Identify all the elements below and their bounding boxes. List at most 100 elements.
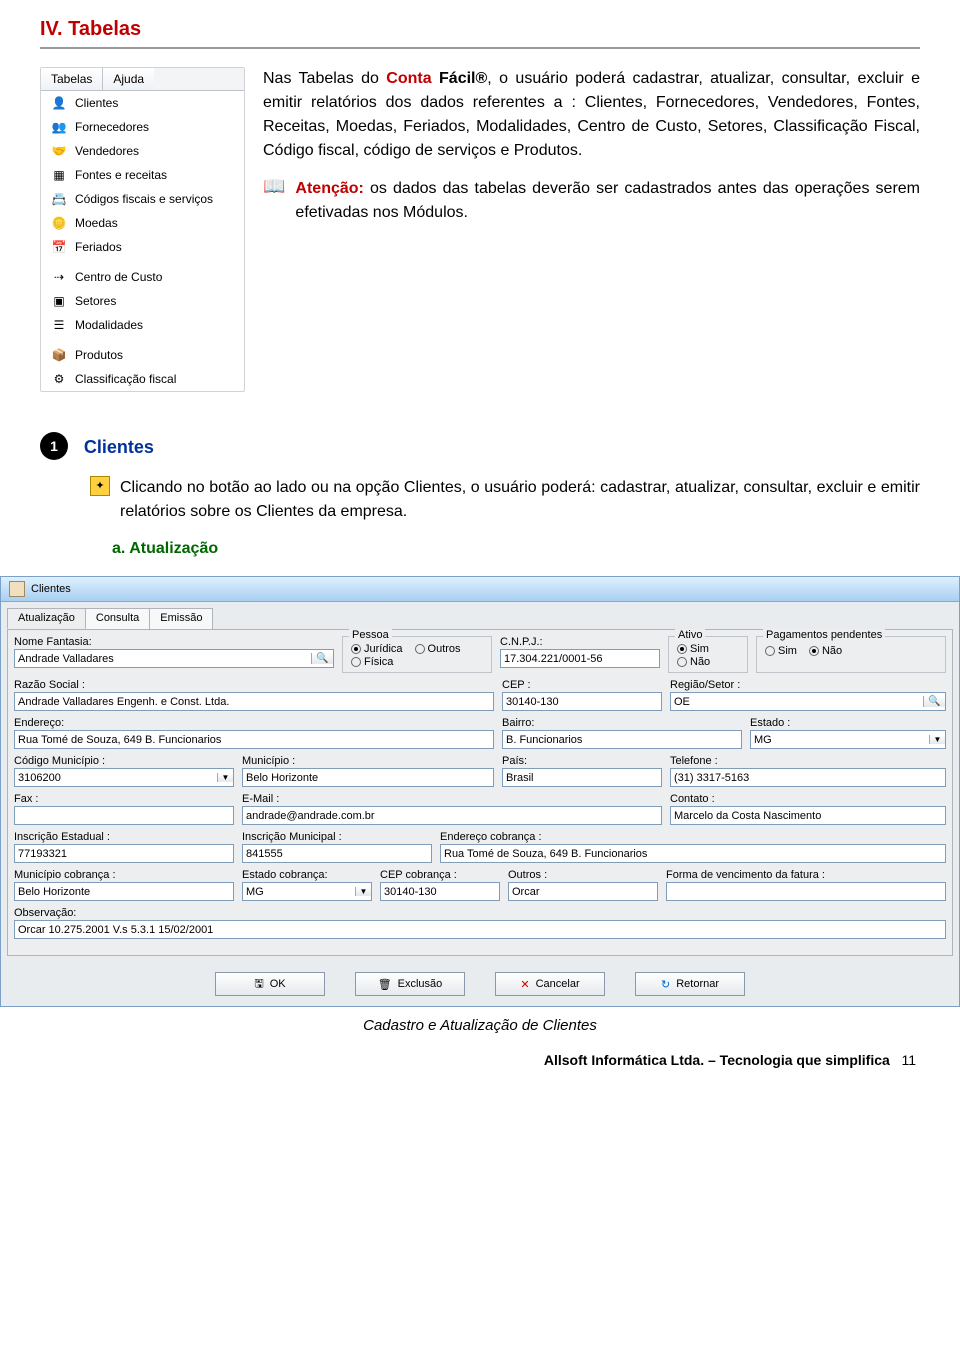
label-nome-fantasia: Nome Fantasia: xyxy=(14,636,334,648)
label-mun-cob: Município cobrança : xyxy=(14,869,234,881)
page-footer: Allsoft Informática Ltda. – Tecnologia q… xyxy=(40,1052,920,1068)
menu-item-vendedores[interactable]: 🤝 Vendedores xyxy=(41,139,244,163)
label-regiao: Região/Setor : xyxy=(670,679,946,691)
telefone-input[interactable]: (31) 3317-5163 xyxy=(670,768,946,787)
section-heading: IV. Tabelas xyxy=(40,18,920,41)
label-insc-est: Inscrição Estadual : xyxy=(14,831,234,843)
tree-icon: ⇢ xyxy=(51,269,67,285)
label-obs: Observação: xyxy=(14,907,946,919)
tabelas-menu: Tabelas Ajuda 👤Clientes 👥Fornecedores 🤝 V… xyxy=(40,67,245,392)
clientes-dialog: Clientes Atualização Consulta Emissão No… xyxy=(0,576,960,1007)
label-fax: Fax : xyxy=(14,793,234,805)
menu-label: Códigos fiscais e serviços xyxy=(75,192,213,206)
menu-label: Vendedores xyxy=(75,144,139,158)
book-icon: 📖 xyxy=(263,177,285,195)
menu-label: Centro de Custo xyxy=(75,270,162,284)
email-input[interactable]: andrade@andrade.com.br xyxy=(242,806,662,825)
insc-mun-input[interactable]: 841555 xyxy=(242,844,432,863)
divider xyxy=(40,47,920,49)
figure-caption: Cadastro e Atualização de Clientes xyxy=(40,1017,920,1034)
menu-item-fornecedores[interactable]: 👥Fornecedores xyxy=(41,115,244,139)
forma-venc-input[interactable] xyxy=(666,882,946,901)
outros-input[interactable]: Orcar xyxy=(508,882,658,901)
est-cob-select[interactable]: MG▼ xyxy=(242,882,372,901)
retornar-button[interactable]: ↻Retornar xyxy=(635,972,745,996)
menu-item-codigos[interactable]: 📇Códigos fiscais e serviços xyxy=(41,187,244,211)
atencao-paragraph: 📖 Atenção: os dados das tabelas deverão … xyxy=(263,177,920,225)
label-estado: Estado : xyxy=(750,717,946,729)
sub-a-heading: a. Atualização xyxy=(112,540,920,558)
label-outros: Outros : xyxy=(508,869,658,881)
ok-button[interactable]: 🖫OK xyxy=(215,972,325,996)
menu-item-centro-custo[interactable]: ⇢ Centro de Custo xyxy=(41,265,244,289)
cep-input[interactable]: 30140-130 xyxy=(502,692,662,711)
municipio-input[interactable]: Belo Horizonte xyxy=(242,768,494,787)
close-icon: ✕ xyxy=(520,978,529,991)
radio-juridica[interactable]: Jurídica xyxy=(351,643,403,655)
bairro-input[interactable]: B. Funcionarios xyxy=(502,730,742,749)
cep-cob-input[interactable]: 30140-130 xyxy=(380,882,500,901)
pais-input[interactable]: Brasil xyxy=(502,768,662,787)
insc-est-input[interactable]: 77193321 xyxy=(14,844,234,863)
nome-fantasia-input[interactable]: Andrade Valladares🔍 xyxy=(14,649,334,668)
menu-tab-tabelas[interactable]: Tabelas xyxy=(41,68,103,90)
menu-tab-ajuda[interactable]: Ajuda xyxy=(103,68,154,90)
running-man-icon: ✦ xyxy=(90,476,110,496)
label-insc-mun: Inscrição Municipal : xyxy=(242,831,432,843)
dialog-title: Clientes xyxy=(31,583,71,595)
menu-label: Fontes e receitas xyxy=(75,168,167,182)
gear-icon: ⚙ xyxy=(51,371,67,387)
tab-consulta[interactable]: Consulta xyxy=(85,608,150,629)
contato-input[interactable]: Marcelo da Costa Nascimento xyxy=(670,806,946,825)
cod-mun-select[interactable]: 3106200▼ xyxy=(14,768,234,787)
endereco-input[interactable]: Rua Tomé de Souza, 649 B. Funcionarios xyxy=(14,730,494,749)
obs-input[interactable]: Orcar 10.275.2001 V.s 5.3.1 15/02/2001 xyxy=(14,920,946,939)
exclusao-button[interactable]: 🗑Exclusão xyxy=(355,972,465,996)
end-cob-input[interactable]: Rua Tomé de Souza, 649 B. Funcionarios xyxy=(440,844,946,863)
fax-input[interactable] xyxy=(14,806,234,825)
menu-item-moedas[interactable]: 🪙Moedas xyxy=(41,211,244,235)
search-icon[interactable]: 🔍 xyxy=(311,653,333,664)
chevron-down-icon[interactable]: ▼ xyxy=(355,887,371,896)
radio-ativo-nao[interactable]: Não xyxy=(677,656,739,668)
chevron-down-icon[interactable]: ▼ xyxy=(217,773,233,782)
refresh-icon: ↻ xyxy=(661,978,670,991)
label-razao: Razão Social : xyxy=(14,679,494,691)
tab-emissao[interactable]: Emissão xyxy=(149,608,213,629)
menu-item-setores[interactable]: ▣ Setores xyxy=(41,289,244,313)
coin-icon: 🪙 xyxy=(51,215,67,231)
radio-outros[interactable]: Outros xyxy=(415,643,461,655)
menu-item-produtos[interactable]: 📦Produtos xyxy=(41,343,244,367)
radio-pag-sim[interactable]: Sim xyxy=(765,645,797,657)
label-cod-mun: Código Município : xyxy=(14,755,234,767)
estado-select[interactable]: MG▼ xyxy=(750,730,946,749)
tab-atualizacao[interactable]: Atualização xyxy=(7,608,86,629)
person-icon: 👥 xyxy=(51,119,67,135)
menu-item-classificacao[interactable]: ⚙Classificação fiscal xyxy=(41,367,244,391)
label-cnpj: C.N.P.J.: xyxy=(500,636,660,648)
label-email: E-Mail : xyxy=(242,793,662,805)
menu-item-fontes[interactable]: ▦Fontes e receitas xyxy=(41,163,244,187)
radio-fisica[interactable]: Física xyxy=(351,656,483,668)
menu-item-clientes[interactable]: 👤Clientes xyxy=(41,91,244,115)
label-end-cob: Endereço cobrança : xyxy=(440,831,946,843)
list-icon: ☰ xyxy=(51,317,67,333)
menu-item-modalidades[interactable]: ☰Modalidades xyxy=(41,313,244,337)
blocks-icon: ▣ xyxy=(51,293,67,309)
handshake-icon: 🤝 xyxy=(51,143,67,159)
cancelar-button[interactable]: ✕Cancelar xyxy=(495,972,605,996)
trash-icon: 🗑 xyxy=(378,978,392,991)
menu-item-feriados[interactable]: 📅Feriados xyxy=(41,235,244,259)
label-est-cob: Estado cobrança: xyxy=(242,869,372,881)
razao-input[interactable]: Andrade Valladares Engenh. e Const. Ltda… xyxy=(14,692,494,711)
menu-label: Setores xyxy=(75,294,116,308)
radio-ativo-sim[interactable]: Sim xyxy=(677,643,739,655)
regiao-input[interactable]: OE🔍 xyxy=(670,692,946,711)
search-icon[interactable]: 🔍 xyxy=(923,696,945,707)
cnpj-input[interactable]: 17.304.221/0001-56 xyxy=(500,649,660,668)
label-contato: Contato : xyxy=(670,793,946,805)
label-cep-cob: CEP cobrança : xyxy=(380,869,500,881)
radio-pag-nao[interactable]: Não xyxy=(809,645,842,657)
chevron-down-icon[interactable]: ▼ xyxy=(929,735,945,744)
mun-cob-input[interactable]: Belo Horizonte xyxy=(14,882,234,901)
